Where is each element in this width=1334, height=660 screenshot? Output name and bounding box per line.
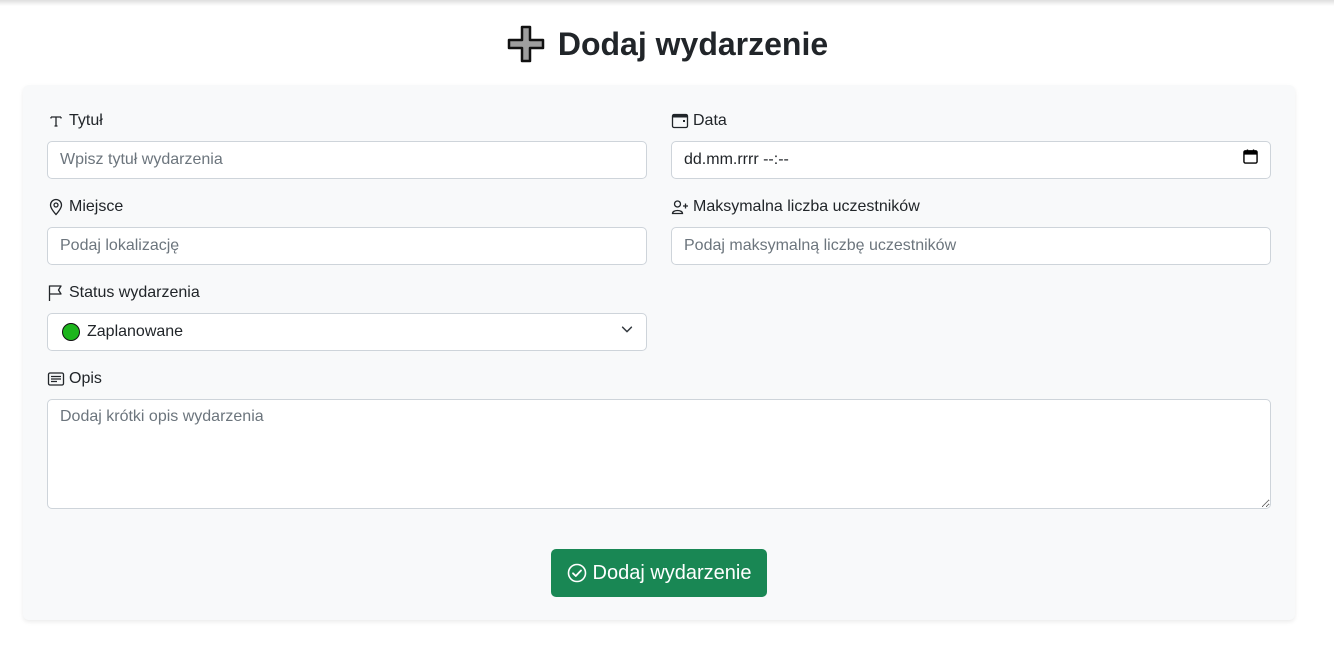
title-label: Tytuł <box>47 111 647 131</box>
status-selected-value: Zaplanowane <box>87 323 184 340</box>
location-pin-icon <box>49 198 63 216</box>
place-field: Miejsce <box>47 197 647 265</box>
add-event-button[interactable]: Dodaj wydarzenie <box>551 549 767 597</box>
card-text-icon <box>47 372 65 386</box>
date-input-value: dd.mm.rrrr --:-- <box>684 151 789 168</box>
calendar-picker-icon[interactable] <box>1243 142 1258 178</box>
description-textarea[interactable] <box>47 399 1271 509</box>
calendar-icon <box>671 113 689 129</box>
status-select[interactable]: Zaplanowane <box>47 313 647 351</box>
max-participants-label: Maksymalna liczba uczestników <box>671 197 1271 217</box>
place-input[interactable] <box>47 227 647 265</box>
max-participants-field: Maksymalna liczba uczestników <box>671 197 1271 265</box>
plus-icon <box>506 24 546 64</box>
person-plus-icon <box>671 200 688 215</box>
event-form: Tytuł Data dd.mm.rrrr --:-- <box>23 85 1295 620</box>
title-input[interactable] <box>47 141 647 179</box>
place-label: Miejsce <box>47 197 647 217</box>
description-label: Opis <box>47 369 1271 389</box>
date-field: Data dd.mm.rrrr --:-- <box>671 111 1271 179</box>
text-icon <box>50 116 62 127</box>
chevron-down-icon <box>620 314 634 350</box>
description-field: Opis <box>47 369 1271 514</box>
date-label: Data <box>671 111 1271 131</box>
add-event-button-label: Dodaj wydarzenie <box>592 561 752 584</box>
top-bar-shadow <box>0 0 1334 6</box>
page-title: Dodaj wydarzenie <box>0 22 1334 66</box>
max-participants-input[interactable] <box>671 227 1271 265</box>
status-label: Status wydarzenia <box>47 283 647 303</box>
flag-icon <box>48 285 62 301</box>
page-title-text: Dodaj wydarzenie <box>557 25 829 62</box>
status-field: Status wydarzenia Zaplanowane <box>47 283 647 351</box>
date-input[interactable]: dd.mm.rrrr --:-- <box>671 141 1271 179</box>
title-field: Tytuł <box>47 111 647 179</box>
check-circle-icon <box>567 563 586 583</box>
status-green-dot-icon <box>62 323 80 341</box>
